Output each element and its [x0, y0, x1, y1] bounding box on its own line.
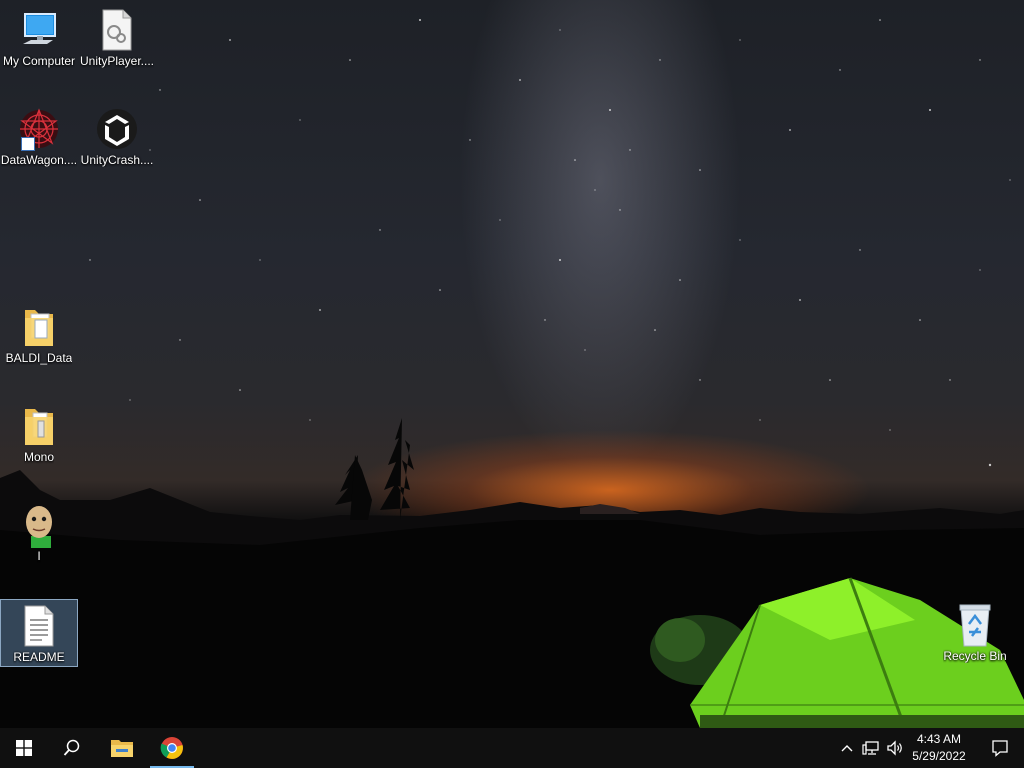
desktop-icon-my-computer[interactable]: My Computer [0, 4, 78, 72]
baldi-icon [15, 503, 63, 548]
network-button[interactable] [860, 728, 882, 768]
file-explorer-icon [111, 740, 133, 757]
desktop-icon-label: Mono [23, 450, 55, 464]
desktop-icon-label: My Computer [2, 54, 76, 68]
desktop-icon-label: UnityPlayer.... [79, 54, 155, 68]
unity-icon [93, 107, 141, 151]
desktop-icon-label: DataWagon.... [0, 153, 78, 167]
search-icon [63, 739, 80, 756]
recycle-bin-icon [951, 603, 999, 647]
network-icon [862, 741, 879, 755]
folder-icon [15, 404, 63, 448]
computer-icon [15, 8, 63, 52]
chevron-up-icon [841, 745, 853, 752]
taskbar-chrome[interactable] [148, 728, 196, 768]
show-hidden-icons-button[interactable] [836, 728, 858, 768]
shortcut-arrow-icon [21, 137, 35, 151]
clock-date: 5/29/2022 [912, 749, 966, 763]
desktop-icon-label: README [13, 650, 65, 664]
datawagon-icon [15, 107, 63, 151]
desktop-icon-recycle-bin[interactable]: Recycle Bin [936, 599, 1014, 667]
desktop-icon-label: Recycle Bin [943, 649, 1007, 663]
taskbar-clock[interactable]: 4:43 AM 5/29/2022 [903, 730, 975, 766]
desktop-icon-unityplayer[interactable]: UnityPlayer.... [78, 4, 156, 72]
dll-file-icon [93, 8, 141, 52]
start-button[interactable] [0, 728, 48, 768]
start-icon [16, 740, 32, 756]
text-document-icon [15, 604, 63, 648]
volume-icon [887, 740, 902, 756]
taskbar-file-explorer[interactable] [98, 728, 146, 768]
desktop-icon-label: I [37, 549, 41, 563]
desktop-icon-mono[interactable]: Mono [0, 400, 78, 468]
folder-icon [15, 305, 63, 349]
desktop-icon-unitycrash[interactable]: UnityCrash.... [78, 103, 156, 171]
notification-icon [992, 740, 1008, 757]
clock-time: 4:43 AM [916, 732, 962, 746]
chrome-icon [160, 737, 183, 759]
taskbar: 4:43 AM 5/29/2022 [0, 728, 1024, 768]
desktop[interactable]: My Computer UnityPlayer.... DataWagon...… [0, 0, 1024, 728]
desktop-icon-readme[interactable]: README [0, 599, 78, 667]
desktop-icon-label: BALDI_Data [5, 351, 73, 365]
desktop-icon-datawagon[interactable]: DataWagon.... [0, 103, 78, 171]
desktop-icon-baldi-data[interactable]: BALDI_Data [0, 301, 78, 369]
action-center-button[interactable] [976, 728, 1024, 768]
desktop-icon-i[interactable]: I [0, 499, 78, 567]
desktop-icon-label: UnityCrash.... [80, 153, 154, 167]
search-button[interactable] [48, 728, 96, 768]
